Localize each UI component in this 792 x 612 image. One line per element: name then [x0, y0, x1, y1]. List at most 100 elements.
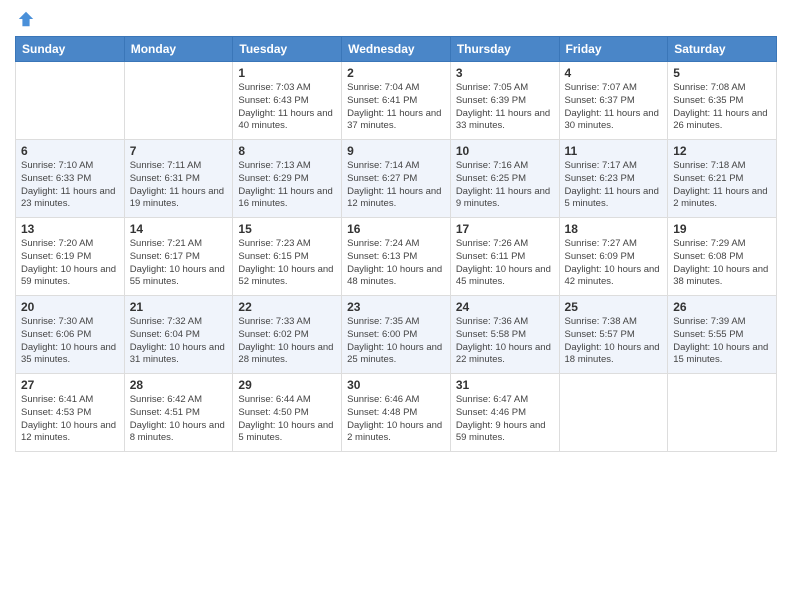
- day-number: 22: [238, 300, 336, 314]
- calendar-cell: 7 Sunrise: 7:11 AM Sunset: 6:31 PM Daylig…: [124, 140, 233, 218]
- calendar-week-row: 13 Sunrise: 7:20 AM Sunset: 6:19 PM Dayli…: [16, 218, 777, 296]
- day-info: Sunrise: 7:07 AM Sunset: 6:37 PM Dayligh…: [565, 82, 663, 133]
- day-info: Sunrise: 7:04 AM Sunset: 6:41 PM Dayligh…: [347, 82, 445, 133]
- day-info: Sunrise: 7:03 AM Sunset: 6:43 PM Dayligh…: [238, 82, 336, 133]
- day-number: 7: [130, 144, 228, 158]
- calendar-cell: 18Sunrise: 7:27 AM Sunset: 6:09 PM Dayli…: [559, 218, 668, 296]
- day-number: 5: [673, 66, 771, 80]
- calendar-cell: 23Sunrise: 7:35 AM Sunset: 6:00 PM Dayli…: [342, 296, 451, 374]
- calendar: SundayMondayTuesdayWednesdayThursdayFrid…: [15, 36, 777, 452]
- day-number: 29: [238, 378, 336, 392]
- day-of-week-header: Saturday: [668, 37, 777, 62]
- day-info: Sunrise: 7:39 AM Sunset: 5:55 PM Dayligh…: [673, 316, 771, 367]
- day-of-week-header: Monday: [124, 37, 233, 62]
- calendar-cell: 16 Sunrise: 7:24 AM Sunset: 6:13 PM Dayli…: [342, 218, 451, 296]
- day-number: 16: [347, 222, 445, 236]
- calendar-cell: 30Sunrise: 6:46 AM Sunset: 4:48 PM Dayli…: [342, 374, 451, 452]
- day-info: Sunrise: 7:32 AM Sunset: 6:04 PM Dayligh…: [130, 316, 228, 367]
- day-number: 4: [565, 66, 663, 80]
- calendar-week-row: 6 Sunrise: 7:10 AM Sunset: 6:33 PM Daylig…: [16, 140, 777, 218]
- calendar-cell: 26Sunrise: 7:39 AM Sunset: 5:55 PM Dayli…: [668, 296, 777, 374]
- calendar-week-row: 20 Sunrise: 7:30 AM Sunset: 6:06 PM Dayli…: [16, 296, 777, 374]
- day-info: Sunrise: 7:36 AM Sunset: 5:58 PM Dayligh…: [456, 316, 554, 367]
- calendar-cell: 22 Sunrise: 7:33 AM Sunset: 6:02 PM Dayli…: [233, 296, 342, 374]
- calendar-cell: [559, 374, 668, 452]
- calendar-cell: 5 Sunrise: 7:08 AM Sunset: 6:35 PM Daylig…: [668, 62, 777, 140]
- calendar-cell: 21Sunrise: 7:32 AM Sunset: 6:04 PM Dayli…: [124, 296, 233, 374]
- day-number: 2: [347, 66, 445, 80]
- day-number: 6: [21, 144, 119, 158]
- day-info: Sunrise: 7:24 AM Sunset: 6:13 PM Dayligh…: [347, 238, 445, 289]
- calendar-cell: 13 Sunrise: 7:20 AM Sunset: 6:19 PM Dayli…: [16, 218, 125, 296]
- calendar-cell: 3 Sunrise: 7:05 AM Sunset: 6:39 PM Daylig…: [450, 62, 559, 140]
- day-info: Sunrise: 6:42 AM Sunset: 4:51 PM Dayligh…: [130, 394, 228, 445]
- calendar-cell: 25 Sunrise: 7:38 AM Sunset: 5:57 PM Dayli…: [559, 296, 668, 374]
- day-number: 28: [130, 378, 228, 392]
- day-info: Sunrise: 6:41 AM Sunset: 4:53 PM Dayligh…: [21, 394, 119, 445]
- day-info: Sunrise: 7:38 AM Sunset: 5:57 PM Dayligh…: [565, 316, 663, 367]
- day-of-week-header: Tuesday: [233, 37, 342, 62]
- day-of-week-header: Sunday: [16, 37, 125, 62]
- day-number: 24: [456, 300, 554, 314]
- day-info: Sunrise: 7:08 AM Sunset: 6:35 PM Dayligh…: [673, 82, 771, 133]
- day-number: 9: [347, 144, 445, 158]
- calendar-cell: 14Sunrise: 7:21 AM Sunset: 6:17 PM Dayli…: [124, 218, 233, 296]
- page: SundayMondayTuesdayWednesdayThursdayFrid…: [0, 0, 792, 612]
- day-number: 15: [238, 222, 336, 236]
- calendar-cell: 27 Sunrise: 6:41 AM Sunset: 4:53 PM Dayli…: [16, 374, 125, 452]
- calendar-cell: 17 Sunrise: 7:26 AM Sunset: 6:11 PM Dayli…: [450, 218, 559, 296]
- logo-icon: [17, 10, 35, 28]
- calendar-cell: 2 Sunrise: 7:04 AM Sunset: 6:41 PM Daylig…: [342, 62, 451, 140]
- calendar-week-row: 1Sunrise: 7:03 AM Sunset: 6:43 PM Daylig…: [16, 62, 777, 140]
- calendar-cell: 4 Sunrise: 7:07 AM Sunset: 6:37 PM Daylig…: [559, 62, 668, 140]
- calendar-cell: 20 Sunrise: 7:30 AM Sunset: 6:06 PM Dayli…: [16, 296, 125, 374]
- calendar-cell: 28 Sunrise: 6:42 AM Sunset: 4:51 PM Dayli…: [124, 374, 233, 452]
- day-info: Sunrise: 7:35 AM Sunset: 6:00 PM Dayligh…: [347, 316, 445, 367]
- calendar-cell: 9 Sunrise: 7:14 AM Sunset: 6:27 PM Daylig…: [342, 140, 451, 218]
- logo-area: [15, 10, 35, 28]
- day-number: 27: [21, 378, 119, 392]
- calendar-cell: 29 Sunrise: 6:44 AM Sunset: 4:50 PM Dayli…: [233, 374, 342, 452]
- day-info: Sunrise: 7:16 AM Sunset: 6:25 PM Dayligh…: [456, 160, 554, 211]
- header: [15, 10, 777, 28]
- day-info: Sunrise: 7:33 AM Sunset: 6:02 PM Dayligh…: [238, 316, 336, 367]
- day-number: 13: [21, 222, 119, 236]
- day-info: Sunrise: 7:17 AM Sunset: 6:23 PM Dayligh…: [565, 160, 663, 211]
- calendar-cell: 31Sunrise: 6:47 AM Sunset: 4:46 PM Dayli…: [450, 374, 559, 452]
- day-info: Sunrise: 7:13 AM Sunset: 6:29 PM Dayligh…: [238, 160, 336, 211]
- calendar-cell: 11 Sunrise: 7:17 AM Sunset: 6:23 PM Dayli…: [559, 140, 668, 218]
- day-info: Sunrise: 7:26 AM Sunset: 6:11 PM Dayligh…: [456, 238, 554, 289]
- calendar-cell: 8 Sunrise: 7:13 AM Sunset: 6:29 PM Daylig…: [233, 140, 342, 218]
- day-info: Sunrise: 7:23 AM Sunset: 6:15 PM Dayligh…: [238, 238, 336, 289]
- day-number: 3: [456, 66, 554, 80]
- day-number: 10: [456, 144, 554, 158]
- day-number: 19: [673, 222, 771, 236]
- day-number: 11: [565, 144, 663, 158]
- day-info: Sunrise: 7:20 AM Sunset: 6:19 PM Dayligh…: [21, 238, 119, 289]
- calendar-cell: [16, 62, 125, 140]
- day-info: Sunrise: 7:11 AM Sunset: 6:31 PM Dayligh…: [130, 160, 228, 211]
- day-info: Sunrise: 7:10 AM Sunset: 6:33 PM Dayligh…: [21, 160, 119, 211]
- calendar-cell: 24 Sunrise: 7:36 AM Sunset: 5:58 PM Dayli…: [450, 296, 559, 374]
- day-info: Sunrise: 7:18 AM Sunset: 6:21 PM Dayligh…: [673, 160, 771, 211]
- day-info: Sunrise: 6:47 AM Sunset: 4:46 PM Dayligh…: [456, 394, 554, 445]
- day-number: 12: [673, 144, 771, 158]
- day-info: Sunrise: 7:30 AM Sunset: 6:06 PM Dayligh…: [21, 316, 119, 367]
- day-number: 14: [130, 222, 228, 236]
- day-number: 20: [21, 300, 119, 314]
- day-info: Sunrise: 7:14 AM Sunset: 6:27 PM Dayligh…: [347, 160, 445, 211]
- day-info: Sunrise: 7:05 AM Sunset: 6:39 PM Dayligh…: [456, 82, 554, 133]
- calendar-cell: 19Sunrise: 7:29 AM Sunset: 6:08 PM Dayli…: [668, 218, 777, 296]
- calendar-week-row: 27 Sunrise: 6:41 AM Sunset: 4:53 PM Dayli…: [16, 374, 777, 452]
- day-number: 8: [238, 144, 336, 158]
- day-number: 25: [565, 300, 663, 314]
- calendar-cell: 10 Sunrise: 7:16 AM Sunset: 6:25 PM Dayli…: [450, 140, 559, 218]
- day-info: Sunrise: 7:27 AM Sunset: 6:09 PM Dayligh…: [565, 238, 663, 289]
- day-of-week-header: Friday: [559, 37, 668, 62]
- logo-text: [15, 10, 35, 28]
- calendar-cell: 12 Sunrise: 7:18 AM Sunset: 6:21 PM Dayli…: [668, 140, 777, 218]
- calendar-cell: 1Sunrise: 7:03 AM Sunset: 6:43 PM Daylig…: [233, 62, 342, 140]
- day-number: 17: [456, 222, 554, 236]
- day-info: Sunrise: 6:44 AM Sunset: 4:50 PM Dayligh…: [238, 394, 336, 445]
- header-row: SundayMondayTuesdayWednesdayThursdayFrid…: [16, 37, 777, 62]
